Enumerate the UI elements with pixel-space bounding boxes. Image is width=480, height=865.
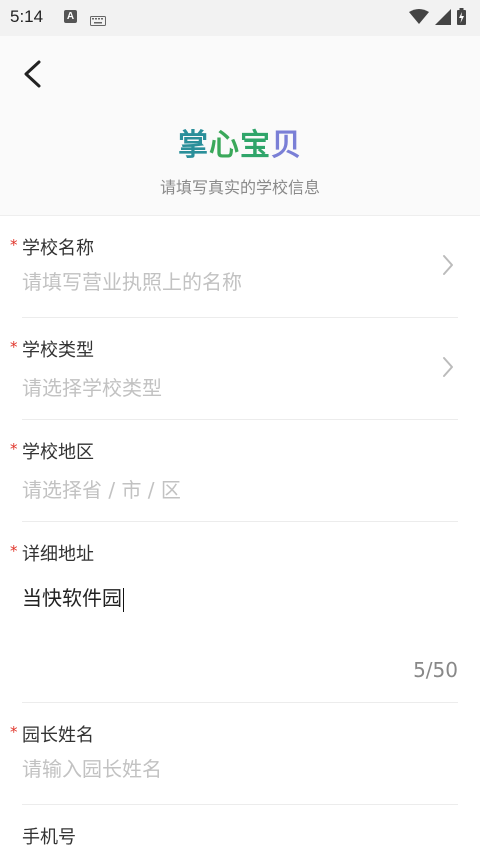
chevron-right-icon[interactable] — [442, 254, 454, 280]
wifi-icon — [409, 8, 429, 29]
required-mark: * — [10, 338, 18, 356]
required-mark: * — [10, 542, 18, 560]
page-subtitle: 请填写真实的学校信息 — [159, 178, 320, 197]
required-mark: * — [10, 440, 18, 458]
school-name-input[interactable] — [22, 270, 422, 294]
principal-name-input[interactable] — [22, 757, 422, 781]
school-type-label: 学校类型 — [22, 340, 94, 361]
app-title-char: 掌 — [178, 128, 209, 163]
school-type-select[interactable]: 请选择学校类型 — [22, 372, 422, 401]
school-region-label: 学校地区 — [22, 442, 94, 463]
required-mark: * — [10, 723, 18, 741]
school-type-field[interactable]: * 学校类型 请选择学校类型 — [10, 318, 458, 420]
status-bar: 5:14 A — [0, 0, 480, 36]
notification-a-icon: A — [64, 10, 77, 23]
address-label: 详细地址 — [22, 544, 94, 565]
address-text: 当快软件园 — [22, 586, 122, 610]
chevron-right-icon[interactable] — [442, 356, 454, 382]
text-caret — [123, 587, 124, 612]
signal-icon — [435, 8, 451, 29]
required-mark: * — [10, 236, 18, 254]
keyboard-icon — [90, 11, 106, 30]
app-title: 掌心宝贝 — [0, 120, 480, 164]
app-title-char: 贝 — [271, 128, 302, 163]
back-arrow-icon — [24, 60, 41, 88]
school-region-field[interactable]: * 学校地区 请选择省 / 市 / 区 — [10, 420, 458, 522]
address-field[interactable]: * 详细地址 当快软件园 5/50 — [10, 522, 458, 703]
school-region-select[interactable]: 请选择省 / 市 / 区 — [22, 474, 422, 503]
char-counter: 5/50 — [413, 658, 458, 682]
address-textarea[interactable]: 当快软件园 — [22, 582, 124, 612]
school-name-label: 学校名称 — [22, 238, 94, 259]
app-title-char: 心 — [209, 128, 240, 163]
principal-name-label: 园长姓名 — [22, 725, 94, 746]
school-name-field[interactable]: * 学校名称 — [10, 216, 458, 318]
app-title-char: 宝 — [240, 128, 271, 163]
back-button[interactable] — [14, 56, 50, 92]
header: 掌心宝贝 请填写真实的学校信息 — [0, 36, 480, 216]
phone-label: 手机号 — [22, 827, 76, 848]
principal-name-field[interactable]: * 园长姓名 — [10, 703, 458, 805]
phone-field[interactable]: 手机号 — [22, 805, 458, 865]
school-info-form: * 学校名称 * 学校类型 请选择学校类型 * 学校地区 请选择省 / 市 / … — [0, 216, 480, 865]
battery-icon — [457, 8, 466, 29]
status-time: 5:14 — [10, 7, 44, 26]
